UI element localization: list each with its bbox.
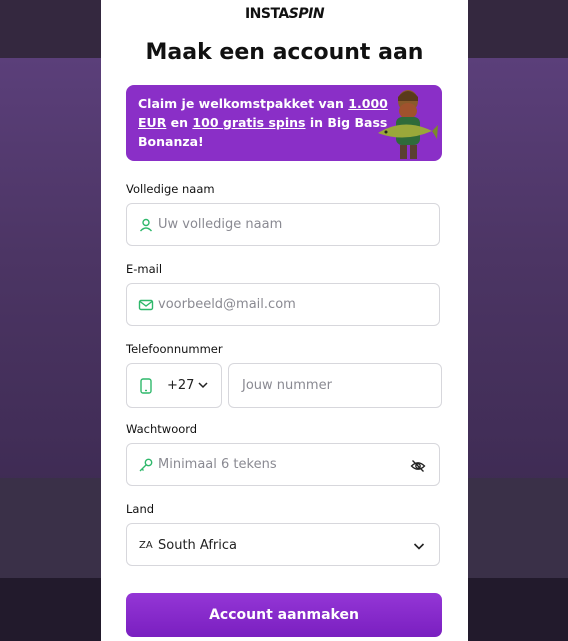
email-label: E-mail — [126, 262, 163, 276]
welcome-promo-banner: Claim je welkomstpakket van 1.000 EUR en… — [126, 85, 442, 161]
chevron-down-icon — [198, 382, 208, 389]
password-placeholder: Minimaal 6 tekens — [158, 457, 277, 472]
country-code-value: +27 — [167, 378, 195, 393]
create-account-button[interactable]: Account aanmaken — [126, 593, 442, 637]
key-icon — [139, 458, 153, 472]
phone-label: Telefoonnummer — [126, 342, 223, 356]
promo-text: Claim je welkomstpakket van 1.000 EUR en… — [138, 96, 388, 149]
country-iso-code: ZA — [139, 540, 153, 551]
phone-icon — [140, 378, 152, 394]
chevron-down-icon — [413, 543, 425, 550]
fisherman-illustration-icon — [378, 90, 438, 159]
email-placeholder: voorbeeld@mail.com — [158, 297, 296, 312]
country-select[interactable]: ZA South Africa — [126, 523, 440, 566]
mail-icon — [138, 299, 154, 311]
password-label: Wachtwoord — [126, 422, 198, 436]
user-icon — [139, 218, 153, 232]
instaspin-logo: INSTASPIN — [244, 6, 325, 22]
signup-modal: INSTASPIN Maak een account aan Claim je … — [101, 0, 468, 641]
eye-off-icon[interactable] — [410, 458, 426, 474]
full-name-input[interactable]: Uw volledige naam — [126, 203, 440, 246]
country-label: Land — [126, 502, 155, 516]
email-input[interactable]: voorbeeld@mail.com — [126, 283, 440, 326]
phone-number-placeholder: Jouw nummer — [242, 378, 332, 393]
full-name-label: Volledige naam — [126, 182, 215, 196]
country-value: South Africa — [158, 538, 237, 553]
country-code-select[interactable]: +27 — [126, 363, 222, 408]
full-name-placeholder: Uw volledige naam — [158, 217, 283, 232]
phone-number-input[interactable]: Jouw nummer — [228, 363, 442, 408]
password-input[interactable]: Minimaal 6 tekens — [126, 443, 440, 486]
modal-title: Maak een account aan — [145, 40, 424, 65]
